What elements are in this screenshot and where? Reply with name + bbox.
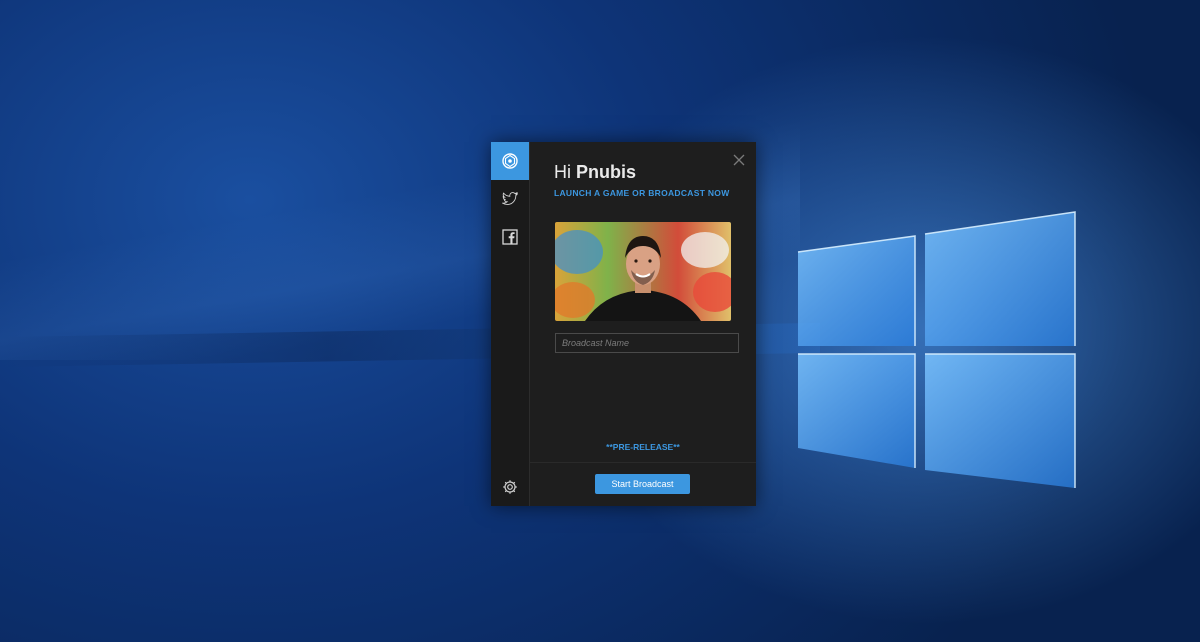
gear-icon [503,480,517,494]
facebook-icon [502,229,518,245]
broadcast-app-window: Hi Pnubis LAUNCH A GAME OR BROADCAST NOW [491,142,756,506]
close-icon [733,154,745,166]
start-broadcast-button[interactable]: Start Broadcast [595,474,690,494]
subtitle: LAUNCH A GAME OR BROADCAST NOW [554,188,730,198]
rail-item-twitter[interactable] [491,180,529,218]
rail-item-facebook[interactable] [491,218,529,256]
rail-item-home[interactable] [491,142,529,180]
webcam-preview-image [555,222,731,321]
main-panel: Hi Pnubis LAUNCH A GAME OR BROADCAST NOW [530,142,756,506]
broadcast-name-input[interactable] [555,333,739,353]
webcam-preview [555,222,731,321]
app-logo-icon [502,153,518,169]
rail-item-settings[interactable] [491,468,529,506]
footer-divider [530,462,756,463]
prerelease-label: **PRE-RELEASE** [606,442,680,452]
twitter-icon [502,192,518,205]
username: Pnubis [576,162,637,182]
side-rail [491,142,530,506]
close-button[interactable] [732,152,746,166]
greeting: Hi Pnubis [554,162,636,183]
greeting-prefix: Hi [554,162,571,182]
